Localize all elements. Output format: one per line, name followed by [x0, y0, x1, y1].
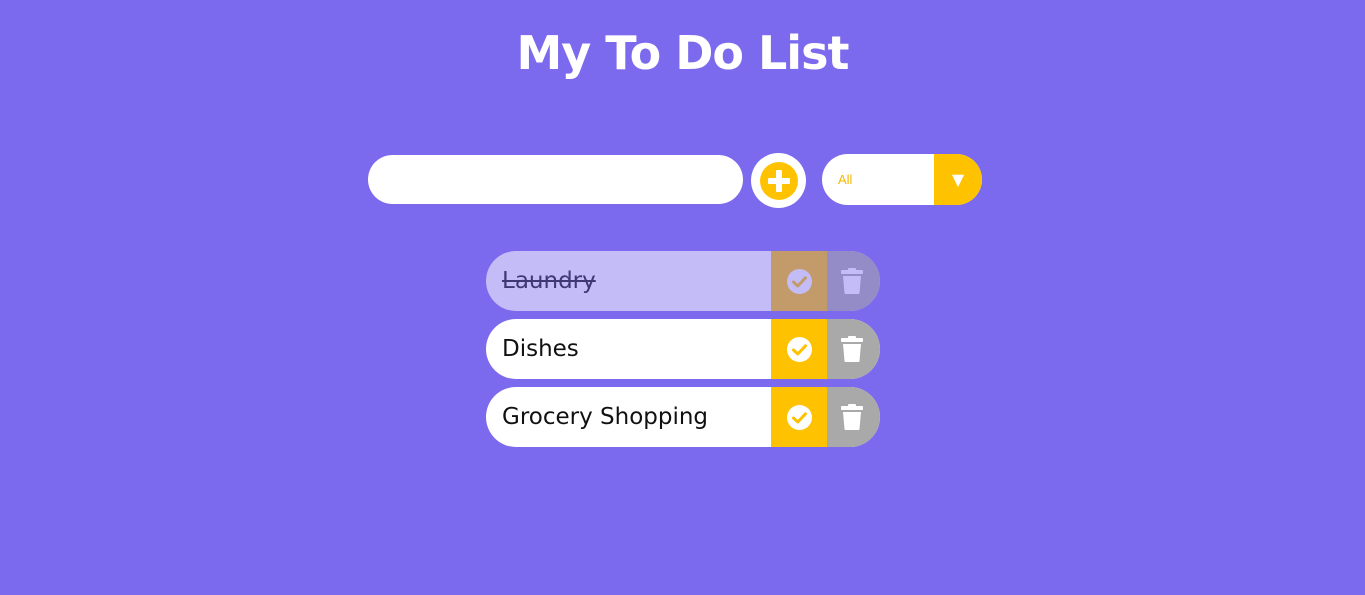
check-circle-icon — [786, 336, 812, 362]
complete-button[interactable] — [771, 251, 827, 311]
todo-item: Dishes — [486, 319, 880, 379]
trash-icon — [840, 404, 863, 430]
plus-circle-icon — [759, 161, 798, 200]
check-circle-icon — [786, 268, 812, 294]
todo-item: Grocery Shopping — [486, 387, 880, 447]
filter-select[interactable]: All ▼ — [822, 154, 982, 205]
todo-text: Laundry — [502, 268, 596, 294]
todo-text: Dishes — [502, 336, 579, 362]
todo-text: Grocery Shopping — [502, 404, 709, 430]
delete-button[interactable] — [827, 387, 880, 447]
chevron-down-icon[interactable]: ▼ — [934, 154, 982, 205]
add-todo-button[interactable] — [751, 153, 806, 208]
complete-button[interactable] — [771, 319, 827, 379]
todo-list: Laundry Dishes Grocery Shopping — [486, 251, 880, 455]
delete-button[interactable] — [827, 251, 880, 311]
delete-button[interactable] — [827, 319, 880, 379]
filter-selected-value: All — [838, 172, 853, 187]
complete-button[interactable] — [771, 387, 827, 447]
todo-input[interactable] — [368, 155, 743, 204]
todo-item: Laundry — [486, 251, 880, 311]
trash-icon — [840, 336, 863, 362]
check-circle-icon — [786, 404, 812, 430]
page-title: My To Do List — [516, 26, 850, 80]
trash-icon — [840, 268, 863, 294]
